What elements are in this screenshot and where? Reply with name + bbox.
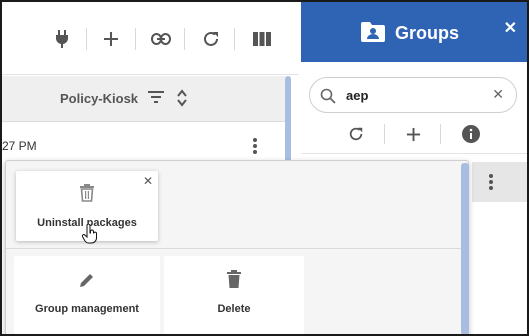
plus-icon[interactable] bbox=[100, 28, 122, 50]
group-search-input[interactable] bbox=[346, 86, 486, 104]
kebab-menu-icon[interactable] bbox=[252, 137, 258, 160]
clear-search-button[interactable]: ✕ bbox=[492, 86, 504, 103]
link-icon[interactable] bbox=[150, 28, 172, 50]
search-icon bbox=[320, 88, 336, 109]
toolbar-separator bbox=[86, 28, 87, 50]
close-popup-button[interactable]: ✕ bbox=[143, 174, 153, 188]
popup-divider bbox=[6, 248, 468, 249]
info-icon[interactable] bbox=[461, 124, 481, 144]
close-panel-button[interactable]: ✕ bbox=[504, 18, 517, 38]
toolbar-separator bbox=[135, 28, 136, 50]
plug-icon[interactable] bbox=[51, 28, 73, 50]
pencil-icon bbox=[79, 272, 95, 293]
refresh-icon[interactable] bbox=[346, 124, 366, 144]
toolbar-separator bbox=[184, 28, 185, 50]
delete-button[interactable]: Delete bbox=[164, 256, 304, 334]
column-header[interactable]: Policy-Kiosk bbox=[2, 76, 285, 122]
column-header-label: Policy-Kiosk bbox=[60, 91, 139, 106]
trash-outline-icon bbox=[79, 184, 95, 207]
kebab-menu-icon[interactable] bbox=[488, 173, 494, 196]
group-management-label: Group management bbox=[35, 303, 139, 315]
plus-icon[interactable] bbox=[403, 124, 423, 144]
table-scrollbar[interactable] bbox=[285, 76, 291, 166]
columns-icon[interactable] bbox=[251, 28, 273, 50]
trash-icon bbox=[226, 270, 242, 293]
refresh-icon[interactable] bbox=[200, 28, 222, 50]
sort-icon[interactable] bbox=[176, 89, 188, 112]
group-management-button[interactable]: Group management bbox=[14, 256, 160, 334]
delete-label: Delete bbox=[217, 303, 251, 315]
filter-icon[interactable] bbox=[148, 90, 164, 109]
groups-divider bbox=[301, 153, 527, 154]
groups-panel-title: Groups bbox=[395, 23, 460, 43]
row-timestamp: 27 PM bbox=[2, 139, 37, 153]
folder-user-icon bbox=[361, 22, 385, 47]
group-search-box: ✕ bbox=[309, 77, 517, 113]
popup-scrollbar[interactable] bbox=[461, 163, 469, 334]
group-list-item[interactable] bbox=[472, 162, 527, 202]
toolbar-separator bbox=[234, 28, 235, 50]
hand-cursor-icon bbox=[81, 223, 98, 249]
actions-popup: ✕ Uninstall packages Group management De… bbox=[5, 160, 469, 334]
toolbar-separator bbox=[440, 124, 441, 144]
groups-panel-header: Groups ✕ bbox=[301, 2, 527, 62]
toolbar-separator bbox=[384, 124, 385, 144]
app-window: Policy-Kiosk 27 PM Groups ✕ ✕ bbox=[0, 0, 529, 336]
main-toolbar bbox=[2, 2, 299, 75]
